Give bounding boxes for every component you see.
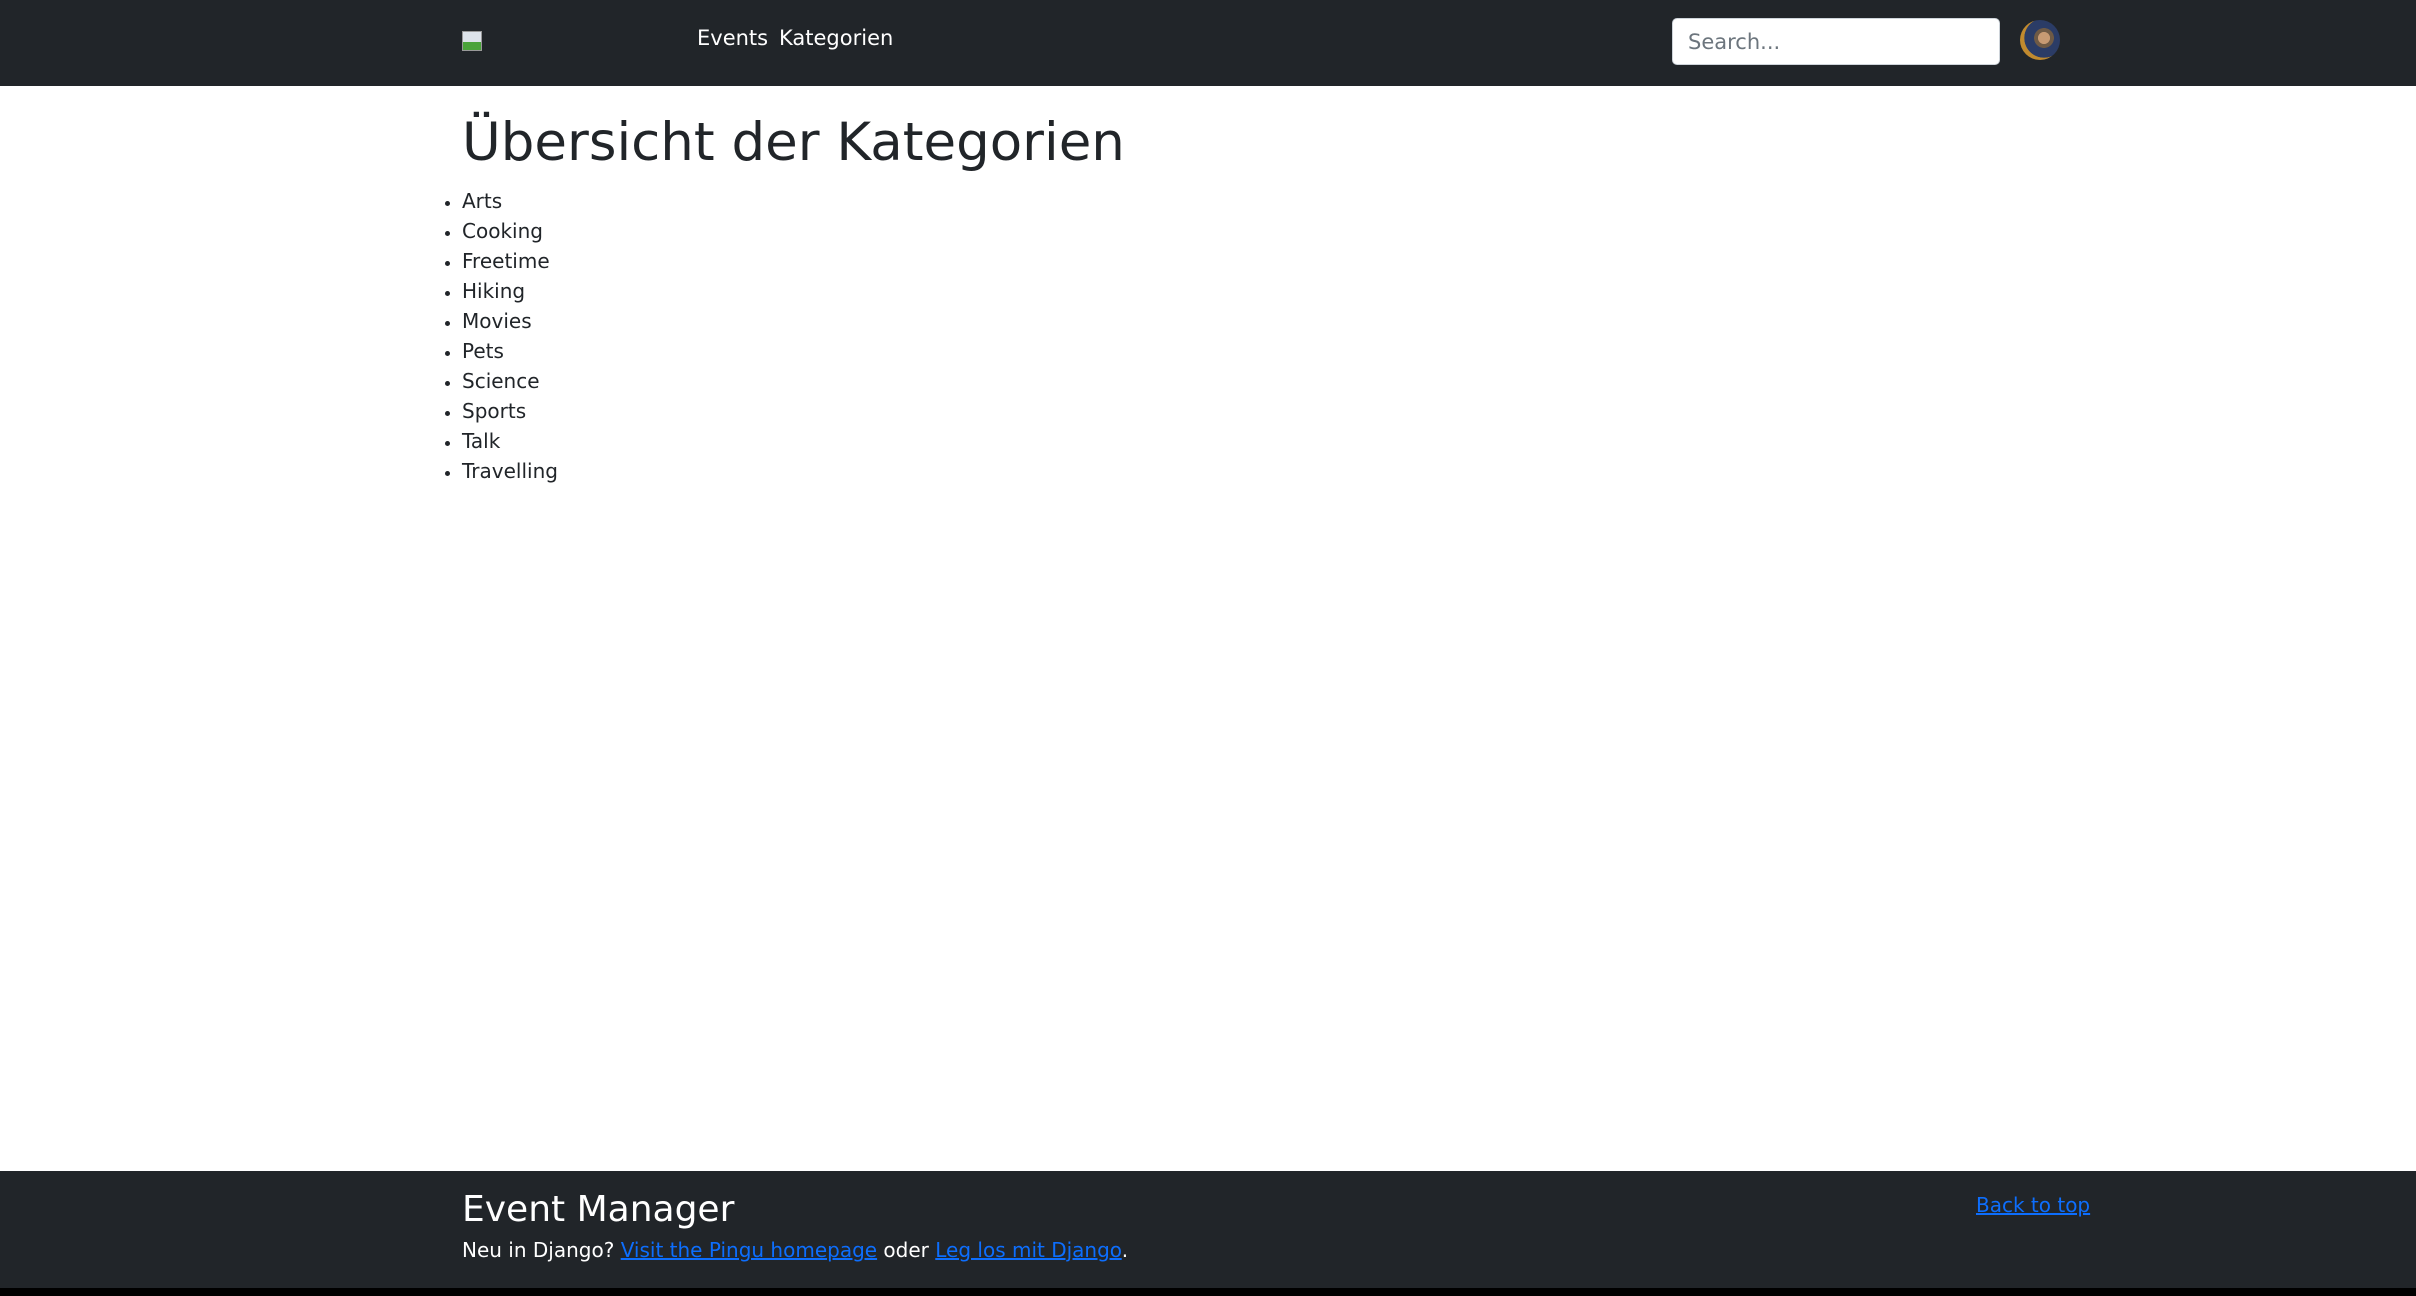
- nav-link-kategorien[interactable]: Kategorien: [779, 26, 893, 50]
- pingu-homepage-link[interactable]: Visit the Pingu homepage: [621, 1238, 877, 1262]
- footer-text: Neu in Django? Visit the Pingu homepage …: [462, 1238, 1128, 1262]
- page-title: Übersicht der Kategorien: [462, 112, 1125, 173]
- nav-link-events[interactable]: Events: [697, 26, 768, 50]
- category-item: Travelling: [462, 456, 558, 486]
- footer-title: Event Manager: [462, 1189, 735, 1230]
- main-content: Übersicht der Kategorien Arts Cooking Fr…: [0, 86, 2416, 1171]
- category-item: Talk: [462, 426, 558, 456]
- django-start-link[interactable]: Leg los mit Django: [935, 1238, 1121, 1262]
- category-item: Hiking: [462, 276, 558, 306]
- category-list: Arts Cooking Freetime Hiking Movies Pets…: [462, 186, 558, 486]
- category-item: Freetime: [462, 246, 558, 276]
- footer-middle: oder: [877, 1238, 936, 1262]
- navbar: Events Kategorien: [0, 0, 2416, 86]
- broken-image-icon[interactable]: [462, 31, 482, 51]
- search-input[interactable]: [1672, 18, 2000, 65]
- user-avatar-icon[interactable]: [2020, 20, 2060, 60]
- footer: Event Manager Neu in Django? Visit the P…: [0, 1171, 2416, 1288]
- footer-prefix: Neu in Django?: [462, 1238, 621, 1262]
- footer-suffix: .: [1121, 1238, 1129, 1262]
- category-item: Pets: [462, 336, 558, 366]
- category-item: Movies: [462, 306, 558, 336]
- category-item: Cooking: [462, 216, 558, 246]
- category-item: Sports: [462, 396, 558, 426]
- category-item: Arts: [462, 186, 558, 216]
- category-item: Science: [462, 366, 558, 396]
- back-to-top-link[interactable]: Back to top: [1976, 1193, 2090, 1217]
